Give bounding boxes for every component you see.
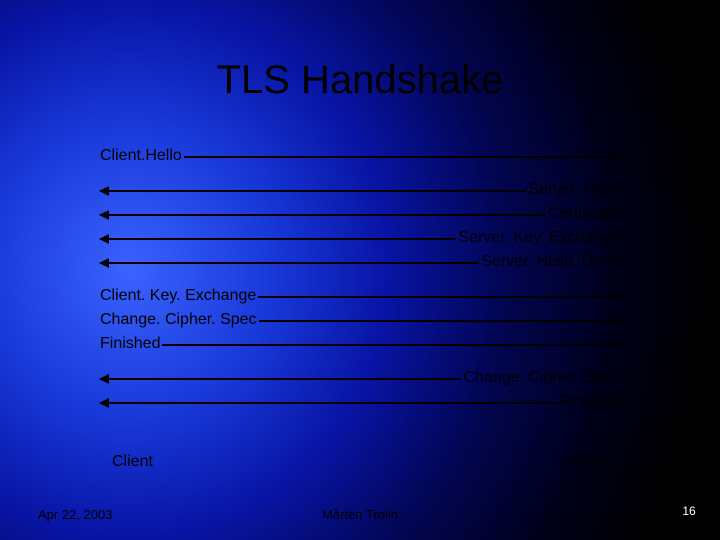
message-label: Finished [560,390,620,414]
message-row: Certificate [100,202,620,226]
message-label: Change. Cipher. Spec [100,308,257,332]
message-label: Change. Cipher. Spec [463,366,620,390]
message-label: Finished [100,332,160,356]
arrow-right-icon [258,296,620,298]
footer-page: 16 [678,500,700,522]
message-label: Server. Key. Exchange [458,226,620,250]
message-row: Client.Hello [100,144,620,168]
client-label: Client [112,450,153,474]
arrow-right-icon [162,344,620,346]
arrow-left-icon [100,378,461,380]
arrow-left-icon [100,214,546,216]
message-label: Server. Hello. Done [481,250,620,274]
message-label: Client. Key. Exchange [100,284,256,308]
message-label: Certificate [548,202,620,226]
arrow-right-icon [184,156,620,158]
message-row: Server. Hello [100,178,620,202]
message-label: Server. Hello [528,178,620,202]
arrow-left-icon [100,402,558,404]
handshake-diagram: Client.HelloServer. HelloCertificateServ… [100,144,620,414]
slide: TLS Handshake Client.HelloServer. HelloC… [0,0,720,540]
message-row: Server. Key. Exchange [100,226,620,250]
message-row: Server. Hello. Done [100,250,620,274]
message-row: Change. Cipher. Spec [100,308,620,332]
message-label: Client.Hello [100,144,182,168]
arrow-right-icon [259,320,620,322]
arrow-left-icon [100,262,479,264]
message-row: Finished [100,390,620,414]
message-row: Change. Cipher. Spec [100,366,620,390]
arrow-left-icon [100,238,456,240]
arrow-left-icon [100,190,526,192]
server-label: Server [561,450,608,474]
slide-title: TLS Handshake [0,58,720,103]
footer-author: Mårten Trolin [0,507,720,522]
message-row: Finished [100,332,620,356]
message-row: Client. Key. Exchange [100,284,620,308]
